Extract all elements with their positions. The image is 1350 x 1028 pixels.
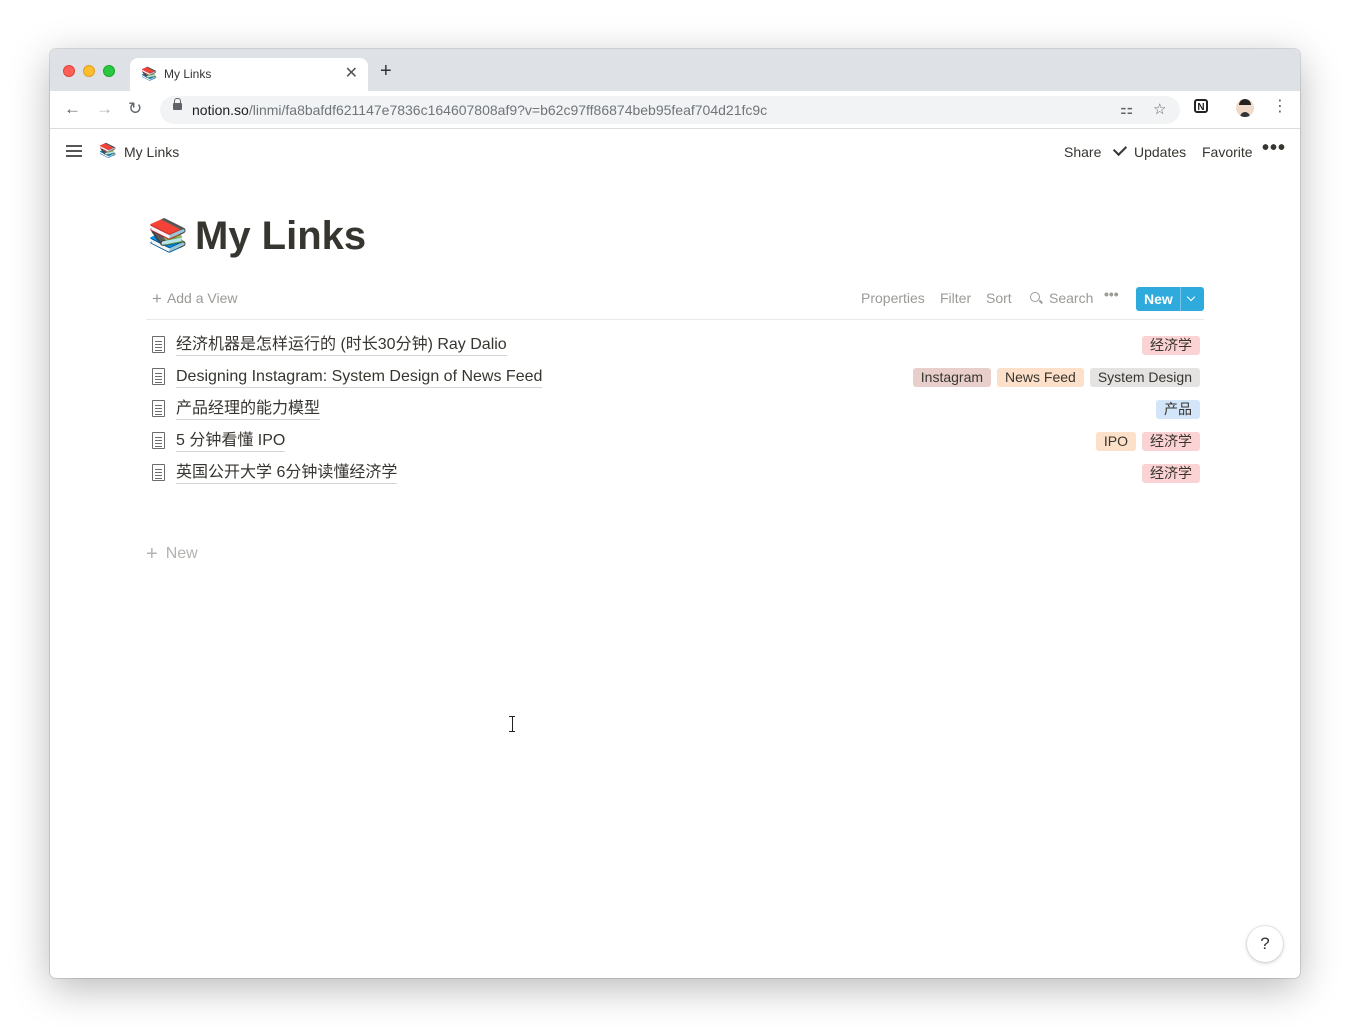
text-cursor-icon [509, 716, 515, 732]
back-arrow-icon[interactable]: ← [64, 99, 81, 119]
tag-badge[interactable]: 经济学 [1142, 464, 1200, 483]
tag-list: 产品 [1156, 400, 1200, 419]
browser-tab[interactable]: 📚 My Links ✕ [130, 58, 368, 91]
plus-icon: + [146, 543, 158, 565]
add-new-row-button[interactable]: + New [146, 543, 198, 566]
page-title[interactable]: My Links [195, 212, 366, 260]
lock-icon[interactable] [173, 98, 182, 110]
tag-badge[interactable]: Instagram [912, 368, 992, 387]
reload-icon[interactable]: ↻ [128, 99, 142, 119]
updates-button[interactable]: Updates [1134, 144, 1186, 160]
row-title[interactable]: 5 分钟看懂 IPO [176, 431, 286, 452]
tag-list: 经济学 [1142, 464, 1200, 483]
url-text[interactable]: notion.so/linmi/fa8bafdf621147e7836c1646… [192, 102, 767, 118]
tag-badge[interactable]: System Design [1089, 368, 1200, 387]
row-title[interactable]: Designing Instagram: System Design of Ne… [176, 367, 543, 388]
search-icon[interactable] [1030, 292, 1040, 302]
notion-topbar: 📚 My Links Share Updates Favorite ••• [50, 129, 1300, 174]
breadcrumb[interactable]: My Links [124, 144, 179, 160]
share-button[interactable]: Share [1064, 144, 1101, 160]
plus-icon: + [152, 289, 162, 308]
help-button[interactable]: ? [1247, 926, 1283, 962]
browser-window: 📚 My Links ✕ + ← → ↻ notion.so/linmi/fa8… [50, 49, 1300, 978]
tag-badge[interactable]: IPO [1095, 432, 1136, 451]
notion-extension-icon[interactable]: N [1194, 99, 1208, 113]
search-button[interactable]: Search [1049, 290, 1093, 306]
chevron-down-icon[interactable] [1186, 292, 1196, 302]
more-options-icon[interactable]: ••• [1262, 137, 1286, 160]
favorite-button[interactable]: Favorite [1202, 144, 1253, 160]
profile-avatar[interactable] [1236, 99, 1254, 117]
document-icon [152, 432, 165, 449]
tag-badge[interactable]: 经济学 [1142, 432, 1200, 451]
translate-icon[interactable]: ⚏ [1120, 100, 1133, 118]
new-tab-button[interactable]: + [380, 61, 392, 81]
zoom-window-button[interactable] [103, 65, 115, 77]
tab-title: My Links [164, 67, 212, 81]
view-more-icon[interactable]: ••• [1104, 286, 1119, 302]
close-window-button[interactable] [63, 65, 75, 77]
database-list: 经济机器是怎样运行的 (时长30分钟) Ray Dalio 经济学 Designin… [146, 329, 1204, 489]
forward-arrow-icon[interactable]: → [96, 99, 113, 119]
sidebar-menu-icon[interactable] [66, 145, 82, 157]
document-icon [152, 464, 165, 481]
list-item[interactable]: 产品经理的能力模型 产品 [146, 393, 1204, 425]
minimize-window-button[interactable] [83, 65, 95, 77]
check-icon [1112, 141, 1128, 157]
tag-badge[interactable]: News Feed [997, 368, 1084, 387]
list-item[interactable]: 经济机器是怎样运行的 (时长30分钟) Ray Dalio 经济学 [146, 329, 1204, 361]
add-view-button[interactable]: + Add a View [152, 289, 238, 309]
books-icon: 📚 [99, 142, 117, 158]
tag-badge[interactable]: 产品 [1156, 400, 1200, 419]
list-item[interactable]: 英国公开大学 6分钟读懂经济学 经济学 [146, 457, 1204, 489]
browser-menu-icon[interactable]: ⋮ [1272, 97, 1288, 117]
sort-button[interactable]: Sort [986, 290, 1012, 306]
browser-toolbar: ← → ↻ notion.so/linmi/fa8bafdf621147e783… [50, 91, 1300, 129]
document-icon [152, 336, 165, 353]
document-icon [152, 368, 165, 385]
filter-button[interactable]: Filter [940, 290, 971, 306]
row-title[interactable]: 经济机器是怎样运行的 (时长30分钟) Ray Dalio [176, 335, 507, 356]
list-item[interactable]: Designing Instagram: System Design of Ne… [146, 361, 1204, 393]
new-record-button[interactable]: New [1136, 287, 1204, 311]
close-tab-icon[interactable]: ✕ [345, 64, 358, 84]
tab-strip: 📚 My Links ✕ + [50, 49, 1300, 91]
bookmark-star-icon[interactable]: ☆ [1153, 100, 1166, 118]
tag-list: Instagram News Feed System Design [912, 368, 1200, 387]
page-icon[interactable]: 📚 [148, 215, 188, 255]
database-view-bar: + Add a View Properties Filter Sort Searc… [146, 279, 1204, 320]
address-bar[interactable]: notion.so/linmi/fa8bafdf621147e7836c1646… [160, 96, 1180, 124]
row-title[interactable]: 英国公开大学 6分钟读懂经济学 [176, 463, 398, 484]
tag-badge[interactable]: 经济学 [1142, 336, 1200, 355]
books-icon: 📚 [141, 66, 158, 81]
properties-button[interactable]: Properties [861, 290, 925, 306]
document-icon [152, 400, 165, 417]
tag-list: 经济学 [1142, 336, 1200, 355]
tag-list: IPO 经济学 [1095, 432, 1200, 451]
list-item[interactable]: 5 分钟看懂 IPO IPO 经济学 [146, 425, 1204, 457]
row-title[interactable]: 产品经理的能力模型 [176, 399, 321, 420]
